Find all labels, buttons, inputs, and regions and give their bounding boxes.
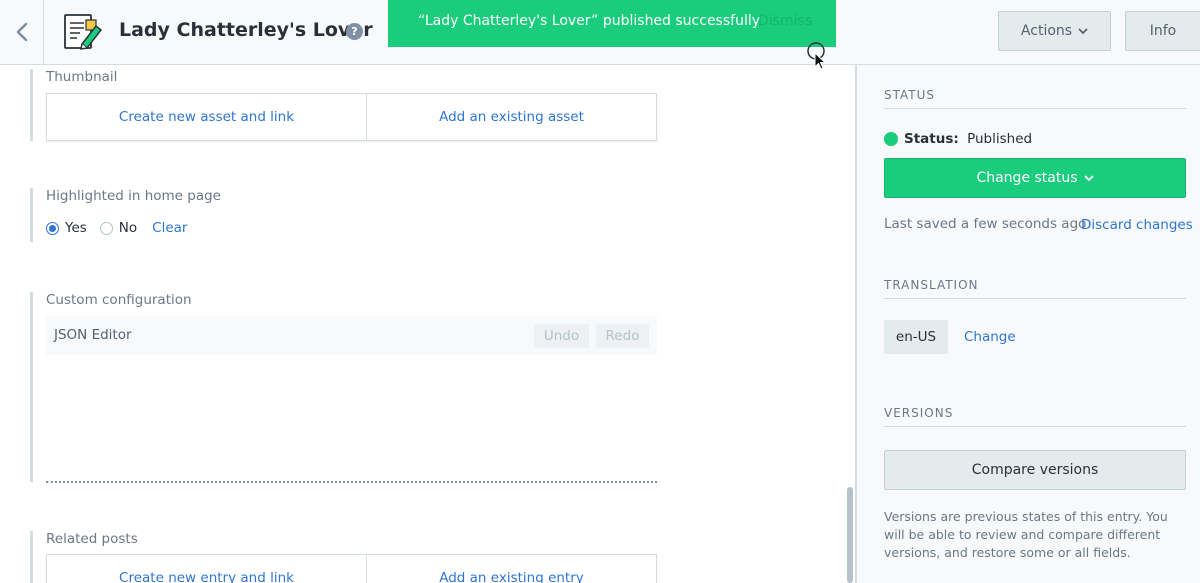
field-label: Custom configuration bbox=[46, 292, 192, 308]
help-icon[interactable]: ? bbox=[346, 23, 363, 40]
thumbnail-link-actions: Create new asset and link Add an existin… bbox=[46, 93, 657, 141]
chevron-left-icon bbox=[16, 22, 27, 42]
radio-yes-label: Yes bbox=[65, 220, 87, 236]
radio-no[interactable] bbox=[99, 221, 113, 235]
versions-heading: VERSIONS bbox=[884, 406, 1186, 427]
change-status-label: Change status bbox=[976, 170, 1078, 186]
locale-badge: en-US bbox=[884, 320, 948, 354]
status-heading: STATUS bbox=[884, 88, 1186, 109]
notification-message: “Lady Chatterley's Lover” published succ… bbox=[418, 13, 761, 29]
actions-label: Actions bbox=[1020, 23, 1073, 39]
change-status-button[interactable]: Change status bbox=[884, 158, 1186, 198]
undo-button[interactable]: Undo bbox=[534, 324, 589, 348]
create-asset-link[interactable]: Create new asset and link bbox=[47, 94, 366, 140]
radio-yes[interactable] bbox=[46, 221, 59, 235]
redo-button[interactable]: Redo bbox=[596, 324, 649, 348]
change-locale-link[interactable]: Change bbox=[964, 329, 1016, 345]
editor-scrollbar[interactable] bbox=[847, 487, 853, 583]
back-button[interactable] bbox=[0, 0, 44, 64]
info-label: Info bbox=[1149, 23, 1177, 39]
add-existing-entry-link[interactable]: Add an existing entry bbox=[366, 555, 656, 583]
translation-heading: TRANSLATION bbox=[884, 278, 1186, 299]
top-bar: Lady Chatterley's Lover ? “Lady Chatterl… bbox=[0, 0, 1200, 65]
json-editor-toolbar: JSON Editor Undo Redo bbox=[46, 316, 657, 355]
editor-resize-divider bbox=[46, 481, 657, 483]
add-existing-asset-link[interactable]: Add an existing asset bbox=[366, 94, 656, 140]
chevron-down-icon bbox=[1078, 27, 1088, 34]
clear-link[interactable]: Clear bbox=[152, 220, 187, 236]
mouse-cursor-icon bbox=[807, 42, 827, 70]
dismiss-button[interactable]: Dismiss bbox=[758, 13, 812, 29]
entry-content-icon bbox=[64, 14, 103, 50]
status-indicator-dot bbox=[884, 132, 898, 146]
field-label: Highlighted in home page bbox=[46, 188, 221, 204]
entry-editor: Thumbnail Create new asset and link Add … bbox=[0, 65, 857, 583]
compare-versions-button[interactable]: Compare versions bbox=[884, 450, 1186, 490]
create-entry-link[interactable]: Create new entry and link bbox=[47, 555, 366, 583]
highlighted-radio-group: Yes No Clear bbox=[46, 220, 187, 236]
versions-description: Versions are previous states of this ent… bbox=[884, 509, 1168, 560]
status-label: Status: bbox=[904, 131, 959, 147]
json-editor-title: JSON Editor bbox=[54, 327, 132, 343]
info-button[interactable]: Info bbox=[1125, 11, 1200, 51]
success-notification: “Lady Chatterley's Lover” published succ… bbox=[388, 0, 836, 47]
entry-title: Lady Chatterley's Lover bbox=[119, 19, 373, 41]
discard-changes-link[interactable]: Discard changes bbox=[1081, 217, 1193, 233]
compare-versions-label: Compare versions bbox=[971, 462, 1099, 478]
status-value: Published bbox=[967, 131, 1033, 147]
last-saved-text: Last saved a few seconds ago bbox=[884, 216, 1087, 232]
radio-no-label: No bbox=[118, 220, 138, 236]
help-icon-glyph: ? bbox=[351, 25, 358, 38]
status-line: Status: Published bbox=[904, 131, 1032, 147]
related-posts-link-actions: Create new entry and link Add an existin… bbox=[46, 554, 657, 583]
field-label: Related posts bbox=[46, 531, 138, 547]
field-label: Thumbnail bbox=[46, 69, 118, 85]
entry-sidebar: STATUS Status: Published Change status L… bbox=[859, 65, 1200, 583]
actions-button[interactable]: Actions bbox=[998, 11, 1111, 51]
chevron-down-icon bbox=[1083, 174, 1094, 181]
